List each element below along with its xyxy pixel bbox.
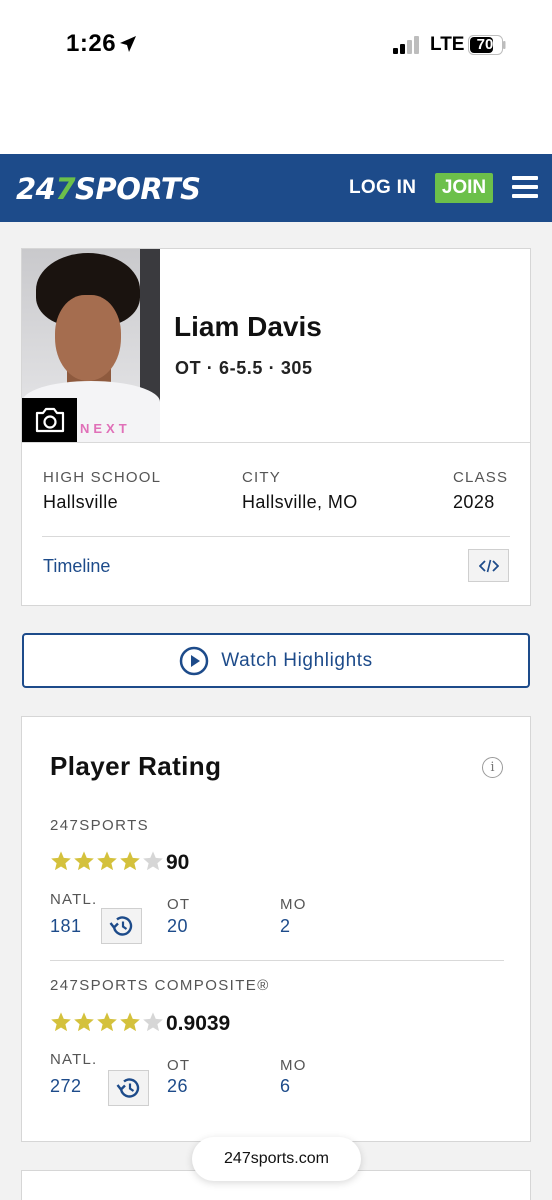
star-filled-icon <box>120 851 140 871</box>
logo-text-prefix: 24 <box>16 172 56 206</box>
rating-title: Player Rating <box>50 751 222 781</box>
photo-overlay-text: NEXT <box>80 421 131 436</box>
national-rank-label: NATL. <box>50 891 98 908</box>
rank-history-icon[interactable] <box>108 1070 149 1106</box>
site-logo[interactable]: 247SPORTS <box>16 172 201 206</box>
logo-seven: 7 <box>55 172 76 206</box>
status-bar: 1:26 LTE 70 <box>0 0 552 154</box>
national-rank-value[interactable]: 181 <box>50 916 82 937</box>
star-filled-icon <box>120 1012 140 1032</box>
divider <box>50 960 504 961</box>
position-rank-value[interactable]: 20 <box>167 916 188 937</box>
rating-score: 90 <box>166 851 190 874</box>
rating-source: 247SPORTS <box>50 817 150 834</box>
star-rating <box>50 850 165 872</box>
state-rank-label: MO <box>280 896 307 913</box>
carrier-label: LTE <box>430 34 465 55</box>
star-filled-icon <box>97 851 117 871</box>
position-rank-label: OT <box>167 1057 191 1074</box>
player-rating-card: Player Rating i 247SPORTS 90 NATL. 181 O… <box>21 716 531 1142</box>
high-school-label: HIGH SCHOOL <box>43 469 162 486</box>
state-rank-label: MO <box>280 1057 307 1074</box>
star-filled-icon <box>51 851 71 871</box>
play-circle-icon <box>180 646 209 675</box>
divider <box>22 442 530 443</box>
star-empty-icon <box>143 1012 163 1032</box>
star-filled-icon <box>51 1012 71 1032</box>
player-profile-card: NEXT Liam Davis OT · 6-5.5 · 305 HIGH SC… <box>21 248 531 606</box>
hamburger-menu-icon[interactable] <box>512 176 538 198</box>
watch-highlights-label: Watch Highlights <box>221 649 373 671</box>
city-value: Hallsville, MO <box>242 492 358 512</box>
logo-text-suffix: SPORTS <box>75 172 201 206</box>
location-arrow-icon <box>120 36 136 52</box>
position-rank-value[interactable]: 26 <box>167 1076 188 1097</box>
timeline-link[interactable]: Timeline <box>43 556 110 577</box>
rating-score: 0.9039 <box>166 1012 231 1035</box>
star-rating <box>50 1011 165 1033</box>
browser-url-bar[interactable]: 247sports.com <box>192 1137 361 1181</box>
national-rank-value[interactable]: 272 <box>50 1076 82 1097</box>
star-filled-icon <box>74 851 94 871</box>
national-rank-label: NATL. <box>50 1051 98 1068</box>
player-photo[interactable]: NEXT <box>22 249 160 442</box>
class-value: 2028 <box>453 492 495 512</box>
join-button[interactable]: JOIN <box>435 173 493 203</box>
city-label: CITY <box>242 469 281 486</box>
status-time: 1:26 <box>66 30 117 57</box>
embed-code-icon[interactable] <box>468 549 509 582</box>
player-name: Liam Davis <box>174 311 322 342</box>
divider <box>42 536 510 537</box>
state-rank-value[interactable]: 6 <box>280 1076 291 1097</box>
star-filled-icon <box>97 1012 117 1032</box>
rank-history-icon[interactable] <box>101 908 142 944</box>
state-rank-value[interactable]: 2 <box>280 916 291 937</box>
cellular-signal-icon <box>393 36 419 54</box>
site-header: 247SPORTS LOG IN JOIN <box>0 154 552 222</box>
rating-source: 247SPORTS COMPOSITE® <box>50 977 270 994</box>
star-filled-icon <box>74 1012 94 1032</box>
position-rank-label: OT <box>167 896 191 913</box>
high-school-value: Hallsville <box>43 492 119 512</box>
battery-level: 70 <box>476 36 494 53</box>
watch-highlights-button[interactable]: Watch Highlights <box>22 633 530 688</box>
info-icon[interactable]: i <box>482 757 503 778</box>
camera-icon[interactable] <box>22 398 77 442</box>
player-position-line: OT · 6-5.5 · 305 <box>175 358 313 378</box>
login-link[interactable]: LOG IN <box>349 177 416 199</box>
class-label: CLASS <box>453 469 509 486</box>
star-empty-icon <box>143 851 163 871</box>
